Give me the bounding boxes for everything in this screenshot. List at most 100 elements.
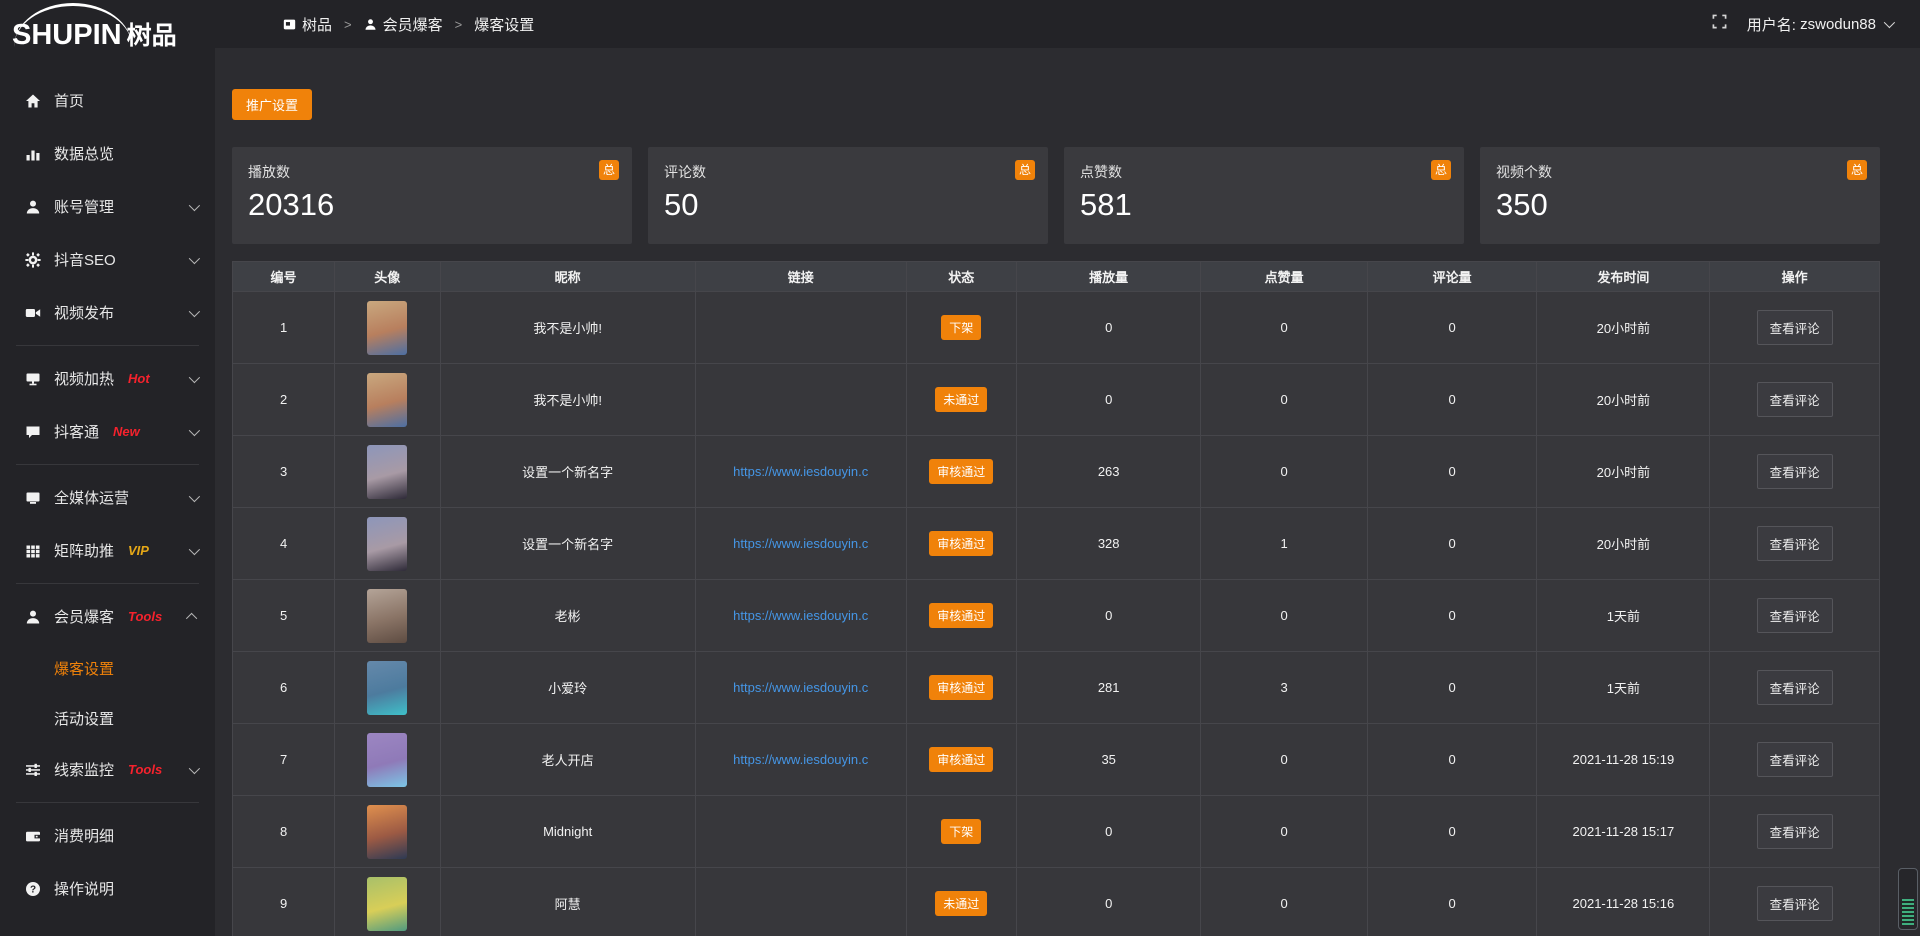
- topbar-right: 用户名: zswodun88: [1712, 14, 1892, 35]
- avatar: [367, 733, 407, 787]
- breadcrumb-item-home[interactable]: 树品: [302, 14, 332, 35]
- video-link[interactable]: https://www.iesdouyin.c: [733, 464, 868, 479]
- view-comments-button[interactable]: 查看评论: [1757, 742, 1833, 777]
- row-number: 6: [233, 652, 335, 724]
- user-menu[interactable]: 用户名: zswodun88: [1747, 14, 1892, 35]
- tools-tag: Tools: [128, 609, 162, 624]
- fullscreen-icon[interactable]: [1712, 14, 1727, 34]
- view-comments-button[interactable]: 查看评论: [1757, 598, 1833, 633]
- avatar: [367, 877, 407, 931]
- breadcrumb: 树品 > 会员爆客 > 爆客设置: [283, 14, 534, 35]
- video-link[interactable]: https://www.iesdouyin.c: [733, 752, 868, 767]
- breadcrumb-item-member[interactable]: 会员爆客: [383, 14, 443, 35]
- chevron-down-icon: [189, 490, 200, 501]
- sidebar-item-account-management[interactable]: 账号管理: [0, 180, 215, 233]
- view-comments-button[interactable]: 查看评论: [1757, 526, 1833, 561]
- topbar: 树品 > 会员爆客 > 爆客设置 用户名: zswodun88: [215, 0, 1920, 48]
- sidebar-item-video-heat[interactable]: 视频加热 Hot: [0, 352, 215, 405]
- col-header-status: 状态: [906, 262, 1016, 292]
- sidebar-item-clue-monitor[interactable]: 线索监控 Tools: [0, 743, 215, 796]
- avatar: [367, 589, 407, 643]
- avatar: [367, 661, 407, 715]
- user-icon: [24, 608, 41, 625]
- plays-count: 0: [1016, 868, 1200, 936]
- nickname: 我不是小帅!: [440, 364, 695, 436]
- sidebar-item-instructions[interactable]: ? 操作说明: [0, 862, 215, 915]
- sidebar-item-label: 矩阵助推: [54, 540, 114, 561]
- chevron-down-icon: [189, 199, 200, 210]
- status-badge[interactable]: 下架: [941, 819, 981, 844]
- view-comments-button[interactable]: 查看评论: [1757, 886, 1833, 921]
- sidebar-item-label: 视频加热: [54, 368, 114, 389]
- stat-label: 点赞数: [1080, 162, 1448, 182]
- new-tag: New: [113, 424, 140, 439]
- sidebar-item-matrix-boost[interactable]: 矩阵助推 VIP: [0, 524, 215, 577]
- sidebar-item-home[interactable]: 首页: [0, 74, 215, 127]
- status-badge[interactable]: 未通过: [935, 891, 987, 916]
- floating-widget[interactable]: [1898, 868, 1918, 930]
- sidebar-item-data-overview[interactable]: 数据总览: [0, 127, 215, 180]
- total-badge: 总: [1431, 160, 1451, 180]
- status-badge[interactable]: 下架: [941, 315, 981, 340]
- sidebar-item-member-baoke[interactable]: 会员爆客 Tools: [0, 590, 215, 643]
- sidebar-divider: [16, 345, 199, 346]
- avatar: [367, 517, 407, 571]
- sidebar-item-video-publish[interactable]: 视频发布: [0, 286, 215, 339]
- nickname: Midnight: [440, 796, 695, 868]
- status-badge[interactable]: 审核通过: [929, 747, 993, 772]
- status-badge[interactable]: 未通过: [935, 387, 987, 412]
- likes-count: 1: [1201, 508, 1367, 580]
- row-number: 5: [233, 580, 335, 652]
- status-badge[interactable]: 审核通过: [929, 531, 993, 556]
- avatar: [367, 445, 407, 499]
- sidebar-item-all-media[interactable]: 全媒体运营: [0, 471, 215, 524]
- col-header-publish-time: 发布时间: [1537, 262, 1710, 292]
- sidebar-item-label: 抖音SEO: [54, 249, 116, 270]
- floating-widget-stripes: [1902, 899, 1914, 925]
- plays-count: 0: [1016, 292, 1200, 364]
- col-header-nickname: 昵称: [440, 262, 695, 292]
- nickname: 设置一个新名字: [440, 436, 695, 508]
- sidebar-item-douyin-seo[interactable]: 抖音SEO: [0, 233, 215, 286]
- nickname: 设置一个新名字: [440, 508, 695, 580]
- table-row: 9 阿慧 未通过 0 0 0 2021-11-28 15:16 查看评论: [233, 868, 1880, 936]
- publish-time: 20小时前: [1537, 292, 1710, 364]
- row-number: 3: [233, 436, 335, 508]
- sidebar-subitem-baoke-settings[interactable]: 爆客设置: [0, 643, 215, 693]
- sidebar-subitem-activity-settings[interactable]: 活动设置: [0, 693, 215, 743]
- view-comments-button[interactable]: 查看评论: [1757, 814, 1833, 849]
- main-content: 推广设置 播放数 20316 总 评论数 50 总 点赞数 581 总 视频个数…: [215, 0, 1920, 936]
- status-badge[interactable]: 审核通过: [929, 675, 993, 700]
- table-row: 2 我不是小帅! 未通过 0 0 0 20小时前 查看评论: [233, 364, 1880, 436]
- comments-count: 0: [1367, 796, 1537, 868]
- publish-time: 20小时前: [1537, 508, 1710, 580]
- col-header-avatar: 头像: [335, 262, 440, 292]
- video-link[interactable]: https://www.iesdouyin.c: [733, 536, 868, 551]
- sidebar-item-expense-detail[interactable]: 消费明细: [0, 809, 215, 862]
- sidebar-item-label: 会员爆客: [54, 606, 114, 627]
- likes-count: 0: [1201, 868, 1367, 936]
- chevron-down-icon: [189, 762, 200, 773]
- likes-count: 0: [1201, 580, 1367, 652]
- user-icon: [364, 18, 377, 31]
- sidebar-item-douketong[interactable]: 抖客通 New: [0, 405, 215, 458]
- status-badge[interactable]: 审核通过: [929, 459, 993, 484]
- view-comments-button[interactable]: 查看评论: [1757, 382, 1833, 417]
- nickname: 小爱玲: [440, 652, 695, 724]
- video-link[interactable]: https://www.iesdouyin.c: [733, 608, 868, 623]
- promotion-settings-button[interactable]: 推广设置: [232, 89, 312, 120]
- view-comments-button[interactable]: 查看评论: [1757, 454, 1833, 489]
- chevron-down-icon: [1884, 17, 1895, 28]
- table-row: 4 设置一个新名字 https://www.iesdouyin.c 审核通过 3…: [233, 508, 1880, 580]
- row-number: 8: [233, 796, 335, 868]
- plays-count: 263: [1016, 436, 1200, 508]
- video-link[interactable]: https://www.iesdouyin.c: [733, 680, 868, 695]
- view-comments-button[interactable]: 查看评论: [1757, 670, 1833, 705]
- svg-text:?: ?: [29, 884, 35, 895]
- view-comments-button[interactable]: 查看评论: [1757, 310, 1833, 345]
- chevron-down-icon: [189, 371, 200, 382]
- likes-count: 0: [1201, 796, 1367, 868]
- status-badge[interactable]: 审核通过: [929, 603, 993, 628]
- logo[interactable]: SHUPIN树品: [0, 0, 215, 60]
- submenu-item-label: 活动设置: [54, 708, 114, 729]
